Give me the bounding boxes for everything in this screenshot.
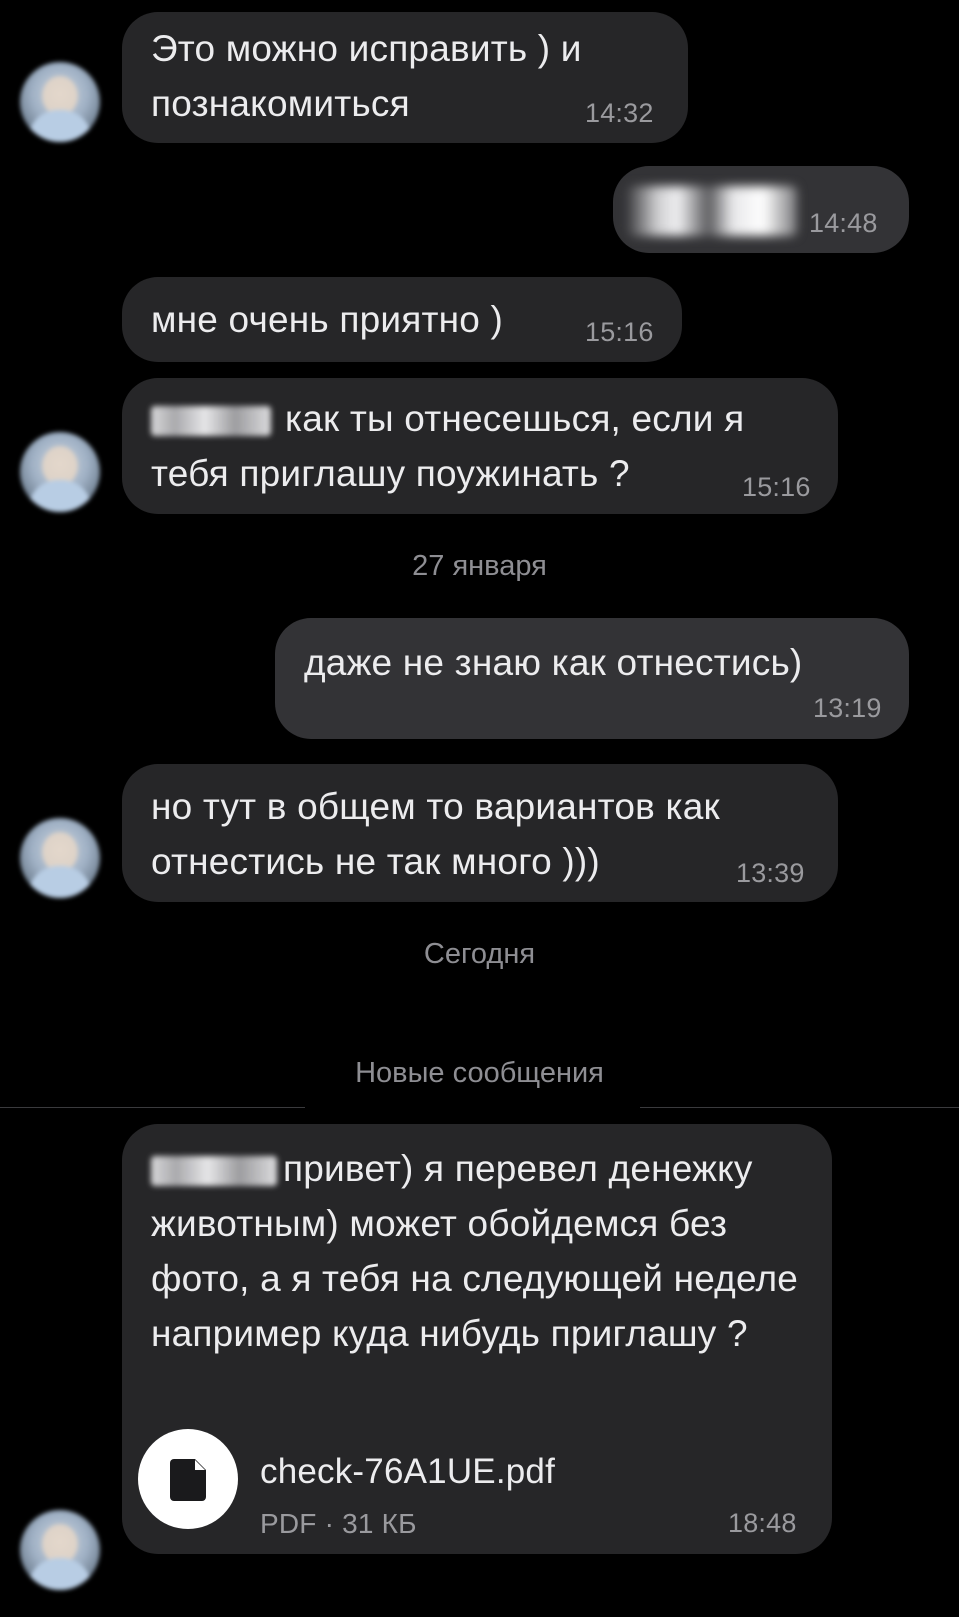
message-text: как ты отнесешься, если я тебя приглашу …	[151, 391, 821, 501]
file-attachment-button[interactable]	[138, 1429, 238, 1529]
message-time: 15:16	[585, 317, 654, 347]
attachment-file-name[interactable]: check-76A1UE.pdf	[260, 1444, 555, 1499]
redacted-text	[627, 186, 797, 236]
incoming-message-bubble[interactable]: как ты отнесешься, если я тебя приглашу …	[122, 378, 838, 514]
contact-avatar[interactable]	[20, 432, 100, 512]
message-time: 13:39	[736, 858, 805, 888]
contact-avatar[interactable]	[20, 818, 100, 898]
date-separator: 27 января	[412, 550, 547, 582]
message-text: мне очень приятно )	[151, 299, 504, 340]
message-time: 18:48	[728, 1508, 797, 1538]
redacted-name	[151, 1156, 277, 1187]
incoming-message-bubble[interactable]: Это можно исправить ) и познакомиться 14…	[122, 12, 688, 143]
redacted-name	[151, 406, 271, 437]
message-text: даже не знаю как отнестись)	[304, 642, 803, 683]
date-separator: Сегодня	[423, 938, 536, 970]
message-time: 14:32	[585, 98, 654, 128]
outgoing-message-bubble[interactable]: 14:48	[613, 166, 909, 253]
message-time: 13:19	[813, 693, 882, 723]
outgoing-message-bubble[interactable]: даже не знаю как отнестись) 13:19	[275, 618, 909, 739]
new-messages-divider-line	[0, 1107, 305, 1108]
message-time: 15:16	[742, 472, 811, 502]
message-time: 14:48	[809, 208, 878, 238]
message-text: но тут в общем то вариантов как отнестис…	[151, 786, 720, 882]
chat-history[interactable]: Это можно исправить ) и познакомиться 14…	[0, 0, 959, 1617]
incoming-message-bubble[interactable]: привет) я перевел денежку животным) може…	[122, 1124, 832, 1554]
incoming-message-bubble[interactable]: но тут в общем то вариантов как отнестис…	[122, 764, 838, 902]
contact-avatar[interactable]	[20, 1510, 100, 1590]
new-messages-divider-line	[640, 1107, 959, 1108]
contact-avatar[interactable]	[20, 62, 100, 142]
message-text: Это можно исправить ) и познакомиться	[151, 28, 582, 124]
attachment-file-meta: PDF · 31 КБ	[260, 1508, 417, 1539]
file-icon	[170, 1459, 206, 1501]
incoming-message-bubble[interactable]: мне очень приятно ) 15:16	[122, 277, 682, 362]
new-messages-label: Новые сообщения	[355, 1057, 604, 1089]
message-text: привет) я перевел денежку животным) може…	[151, 1141, 811, 1361]
